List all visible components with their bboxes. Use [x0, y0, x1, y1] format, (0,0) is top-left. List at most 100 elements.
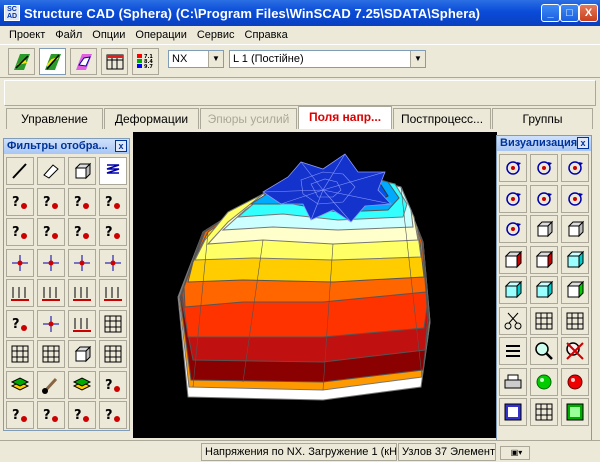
- iso-mosaic-button[interactable]: [70, 48, 97, 75]
- filter-button-spring-4[interactable]: [99, 157, 127, 185]
- filter-button-brush-30[interactable]: [37, 370, 65, 399]
- filter-button-arrows-17[interactable]: [6, 279, 34, 307]
- tab-groups[interactable]: Группы: [492, 108, 593, 129]
- filter-button-node-16[interactable]: [99, 248, 127, 277]
- viz-button-rotate-7[interactable]: [499, 215, 527, 243]
- filter-button-node-14[interactable]: [37, 248, 65, 277]
- viz-button-grid-26[interactable]: [530, 398, 558, 426]
- filter-button-q-12[interactable]: ?: [99, 218, 127, 246]
- filter-button-q-36[interactable]: ?: [99, 401, 127, 429]
- viz-button-cube-8[interactable]: [530, 215, 558, 243]
- tab-force-diagrams[interactable]: Эпюры усилий: [200, 108, 297, 129]
- viz-panel-title[interactable]: Визуализация x: [497, 136, 591, 151]
- viz-button-boxc-12[interactable]: [561, 245, 589, 274]
- filter-button-q-21[interactable]: ?: [6, 309, 34, 338]
- viz-button-boxg-15[interactable]: [561, 276, 589, 304]
- menu-file[interactable]: Файл: [50, 29, 87, 41]
- filter-button-grid-28[interactable]: [99, 340, 127, 368]
- viz-button-grid-17[interactable]: [530, 306, 558, 335]
- menu-help[interactable]: Справка: [240, 29, 293, 41]
- filter-button-q-34[interactable]: ?: [37, 401, 65, 429]
- viz-button-boxr-11[interactable]: [530, 245, 558, 274]
- chevron-down-icon[interactable]: ▼: [208, 51, 223, 67]
- viz-button-menu-19[interactable]: [499, 337, 527, 365]
- viz-button-scissors-16[interactable]: [499, 306, 527, 335]
- scale-legend-button[interactable]: 7.1 8.4 9.7: [132, 48, 159, 75]
- zoom-icon: [535, 342, 553, 360]
- close-icon[interactable]: x: [577, 137, 589, 149]
- chevron-down-icon[interactable]: ▼: [410, 51, 425, 67]
- minimize-button[interactable]: _: [541, 4, 560, 22]
- close-button[interactable]: X: [579, 4, 598, 22]
- viz-button-printer-22[interactable]: [499, 367, 527, 396]
- tab-stress-fields[interactable]: Поля напр...: [298, 106, 392, 129]
- filter-button-q-7[interactable]: ?: [68, 187, 96, 216]
- status-cell-empty: [2, 443, 200, 461]
- boxr-icon: [504, 250, 523, 268]
- viz-button-rotate-5[interactable]: [530, 184, 558, 213]
- viz-button-boxr-10[interactable]: [499, 245, 527, 274]
- filter-button-q-8[interactable]: ?: [99, 187, 127, 216]
- filter-button-q-5[interactable]: ?: [6, 187, 34, 216]
- viz-panel-collapse-button[interactable]: ▣▾: [500, 446, 530, 460]
- filter-button-cube-3[interactable]: [68, 157, 96, 185]
- menu-options[interactable]: Опции: [87, 29, 130, 41]
- rotate-icon: [568, 191, 583, 206]
- filter-button-arrows-20[interactable]: [99, 279, 127, 307]
- tab-postprocess[interactable]: Постпроцесс...: [393, 108, 491, 129]
- filter-button-eraser-2[interactable]: [37, 157, 65, 185]
- viz-button-boxc-13[interactable]: [499, 276, 527, 304]
- viz-button-rotate-3[interactable]: [561, 154, 589, 182]
- filter-button-pencil-1[interactable]: [6, 157, 34, 185]
- tab-deformations[interactable]: Деформации: [104, 108, 199, 129]
- viz-button-rotate-4[interactable]: [499, 184, 527, 213]
- viz-button-green-23[interactable]: [530, 367, 558, 396]
- close-icon[interactable]: x: [115, 140, 127, 152]
- filters-panel-title[interactable]: Фильтры отобра... x: [4, 139, 129, 154]
- viz-button-frame-25[interactable]: [499, 398, 527, 426]
- filter-button-node-22[interactable]: [37, 309, 65, 338]
- viz-button-rotate-2[interactable]: [530, 154, 558, 182]
- maximize-button[interactable]: □: [560, 4, 579, 22]
- viz-button-nozoom-21[interactable]: [561, 337, 589, 365]
- filter-button-node-13[interactable]: [6, 248, 34, 277]
- filter-button-q-11[interactable]: ?: [68, 218, 96, 246]
- filter-button-grid-24[interactable]: [99, 309, 127, 338]
- viz-button-fill-27[interactable]: [561, 398, 589, 426]
- filter-button-grid-25[interactable]: [6, 340, 34, 368]
- viz-button-zoom-20[interactable]: [530, 337, 558, 365]
- viz-button-grid-18[interactable]: [561, 306, 589, 335]
- filter-button-node-15[interactable]: [68, 248, 96, 277]
- viz-button-boxc-14[interactable]: [530, 276, 558, 304]
- viz-button-rotate-1[interactable]: [499, 154, 527, 182]
- filter-button-q-6[interactable]: ?: [37, 187, 65, 216]
- filter-button-q-35[interactable]: ?: [68, 401, 96, 429]
- filter-button-arrows-19[interactable]: [68, 279, 96, 307]
- viz-button-cube-9[interactable]: [561, 215, 589, 243]
- filter-button-arrows-23[interactable]: [68, 309, 96, 338]
- viz-button-red-24[interactable]: [561, 367, 589, 396]
- menu-service[interactable]: Сервис: [192, 29, 240, 41]
- load-case-select[interactable]: L 1 (Постійне) ▼: [229, 50, 426, 68]
- iso-lines-button[interactable]: [39, 48, 66, 75]
- filter-button-q-10[interactable]: ?: [37, 218, 65, 246]
- filter-button-layers-29[interactable]: [6, 370, 34, 399]
- filter-button-q-32[interactable]: ?: [99, 370, 127, 399]
- tab-control[interactable]: Управление: [6, 108, 103, 129]
- filter-button-q-9[interactable]: ?: [6, 218, 34, 246]
- menu-operations[interactable]: Операции: [130, 29, 191, 41]
- filter-button-arrows-18[interactable]: [37, 279, 65, 307]
- filter-button-grid-26[interactable]: [37, 340, 65, 368]
- filter-button-cube-27[interactable]: [68, 340, 96, 368]
- viz-button-rotate-6[interactable]: [561, 184, 589, 213]
- filter-button-layers-31[interactable]: [68, 370, 96, 399]
- menu-project[interactable]: Проект: [4, 29, 50, 41]
- arrows-icon: [104, 287, 122, 301]
- component-select[interactable]: NX ▼: [168, 50, 224, 68]
- mesh-view-button[interactable]: [101, 48, 128, 75]
- filter-button-q-33[interactable]: ?: [6, 401, 34, 429]
- model-viewport[interactable]: [133, 132, 497, 438]
- app-icon[interactable]: SC AD: [4, 5, 20, 21]
- iso-fields-button[interactable]: [8, 48, 35, 75]
- title-bar[interactable]: SC AD Structure CAD (Sphera) (C:\Program …: [0, 0, 600, 26]
